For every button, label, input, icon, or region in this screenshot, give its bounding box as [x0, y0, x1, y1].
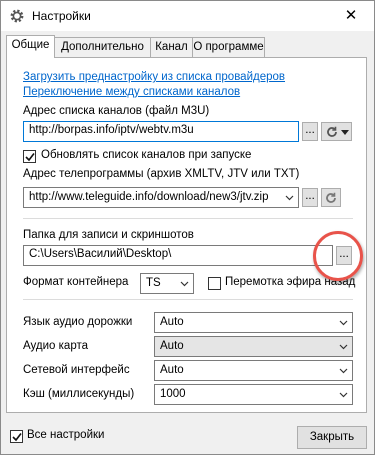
highlight-circle: [313, 231, 363, 281]
check-icon: [25, 153, 35, 162]
container-format-label: Формат контейнера: [23, 276, 129, 288]
close-button-label: Закрыть: [309, 431, 355, 443]
audio-track-label: Язык аудио дорожки: [23, 316, 133, 328]
channel-list-label: Адрес списка каналов (файл M3U): [23, 105, 210, 117]
audio-card-value: Auto: [160, 340, 184, 352]
tab-channel[interactable]: Канал: [150, 37, 193, 57]
close-icon: ✕: [344, 7, 358, 24]
chevron-down-icon: [339, 320, 348, 326]
chevron-down-icon: [341, 130, 349, 135]
cache-value: 1000: [160, 388, 186, 400]
tab-label: Дополнительно: [61, 41, 144, 53]
tv-program-combo[interactable]: http://www.teleguide.info/download/new3/…: [23, 187, 299, 208]
cache-select[interactable]: 1000: [154, 384, 353, 405]
audio-card-select[interactable]: Auto: [154, 336, 353, 357]
container-format-select[interactable]: TS: [140, 273, 194, 294]
tv-program-refresh-button[interactable]: [321, 188, 341, 207]
settings-window: Настройки ✕ Общие Дополнительно Канал О …: [0, 0, 375, 455]
tv-program-browse-button[interactable]: ...: [302, 188, 318, 207]
update-on-start-checkbox[interactable]: [23, 150, 36, 163]
timeshift-checkbox[interactable]: [208, 277, 221, 290]
record-folder-label: Папка для записи и скриншотов: [23, 229, 194, 241]
separator: [23, 299, 353, 300]
gear-icon: [10, 9, 24, 23]
record-folder-input[interactable]: C:\Users\Василий\Desktop\: [23, 245, 333, 266]
tab-general[interactable]: Общие: [6, 35, 55, 58]
chevron-down-icon: [339, 392, 348, 398]
container-format-value: TS: [146, 277, 161, 289]
switch-lists-link[interactable]: Переключение между списками каналов: [23, 86, 240, 98]
all-settings-label: Все настройки: [27, 429, 105, 441]
audio-track-select[interactable]: Auto: [154, 312, 353, 333]
all-settings-checkbox[interactable]: [10, 430, 23, 443]
channel-list-input[interactable]: http://borpas.info/iptv/webtv.m3u: [23, 121, 299, 142]
net-interface-label: Сетевой интерфейс: [23, 364, 130, 376]
check-icon: [12, 433, 22, 442]
audio-track-value: Auto: [160, 316, 184, 328]
browse-label: ...: [305, 190, 315, 202]
tv-program-value: http://www.teleguide.info/download/new3/…: [29, 191, 269, 203]
tab-label: Общие: [11, 39, 50, 51]
channel-list-browse-button[interactable]: ...: [302, 122, 318, 141]
channel-list-value: http://borpas.info/iptv/webtv.m3u: [29, 124, 194, 136]
channel-list-refresh-button[interactable]: [321, 122, 352, 141]
close-window-button[interactable]: ✕: [328, 1, 374, 31]
separator: [23, 218, 353, 219]
cache-label: Кэш (миллисекунды): [23, 388, 135, 400]
net-interface-select[interactable]: Auto: [154, 360, 353, 381]
refresh-icon: [326, 192, 336, 203]
tv-program-label: Адрес телепрограммы (архив XMLTV, JTV ил…: [23, 168, 300, 180]
tab-about[interactable]: О программе: [192, 37, 265, 57]
refresh-icon: [327, 126, 337, 137]
general-panel: Загрузить преднастройку из списка провай…: [6, 57, 367, 413]
chevron-down-icon: [339, 368, 348, 374]
record-folder-value: C:\Users\Василий\Desktop\: [29, 248, 172, 260]
title-bar: Настройки ✕: [1, 1, 374, 31]
chevron-down-icon: [339, 344, 348, 350]
browse-label: ...: [305, 124, 315, 136]
close-button[interactable]: Закрыть: [297, 426, 367, 449]
chevron-down-icon: [180, 281, 189, 287]
net-interface-value: Auto: [160, 364, 184, 376]
chevron-down-icon: [285, 195, 294, 201]
load-preset-link[interactable]: Загрузить преднастройку из списка провай…: [23, 71, 285, 83]
tab-advanced[interactable]: Дополнительно: [54, 37, 151, 57]
tab-label: О программе: [193, 41, 264, 53]
tab-label: Канал: [155, 41, 188, 53]
window-title: Настройки: [32, 9, 91, 23]
update-on-start-label: Обновлять список каналов при запуске: [41, 149, 252, 161]
audio-card-label: Аудио карта: [23, 340, 88, 352]
